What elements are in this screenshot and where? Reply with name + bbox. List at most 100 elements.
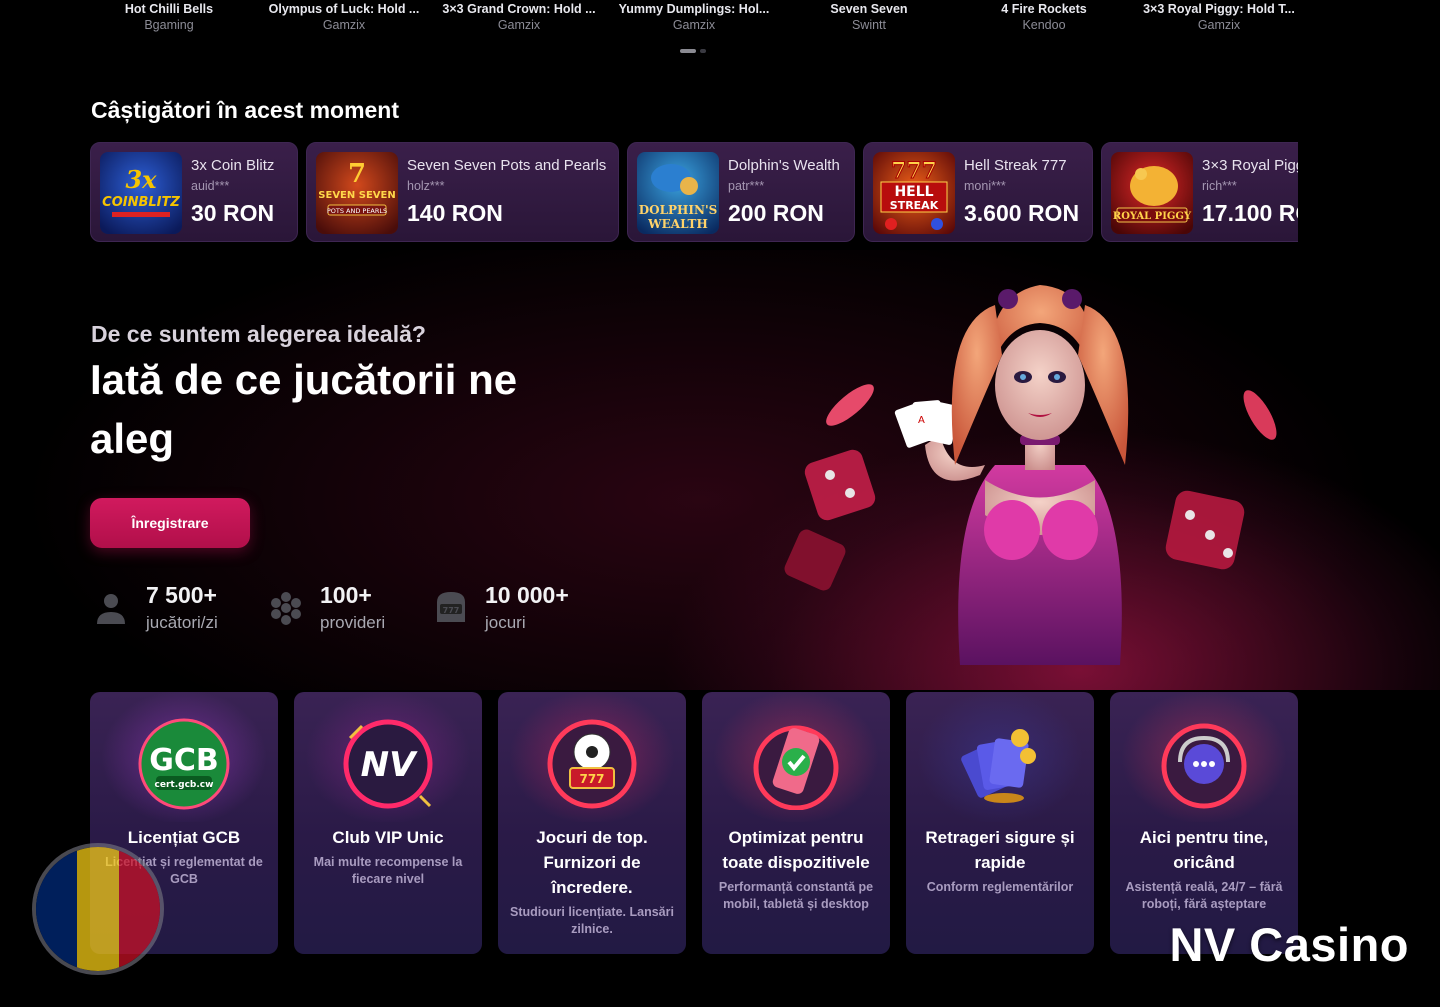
feature-title: Aici pentru tine, oricând — [1139, 828, 1269, 872]
top-game-item[interactable]: 3×3 Grand Crown: Hold ... Gamzix — [434, 2, 604, 32]
top-game-item[interactable]: Olympus of Luck: Hold ... Gamzix — [259, 2, 429, 32]
winner-username: patr*** — [728, 179, 765, 193]
svg-text:STREAK: STREAK — [890, 199, 939, 212]
svg-text:COINBLITZ: COINBLITZ — [102, 195, 180, 210]
top-game-provider: Bgaming — [144, 18, 194, 32]
recent-games-strip: Hot Chilli Bells Bgaming Olympus of Luck… — [82, 0, 1312, 40]
winner-game-name: 3×3 Royal Piggy: Hold The Spin — [1202, 157, 1298, 174]
winner-game-name: 3x Coin Blitz — [191, 157, 275, 174]
svg-text:777: 777 — [579, 772, 604, 786]
svg-text:A: A — [918, 415, 925, 426]
slot-ball-icon: 777 — [547, 719, 637, 809]
game-thumbnail: DOLPHIN'S WEALTH — [637, 152, 719, 234]
top-game-title: Olympus of Luck: Hold ... — [268, 2, 420, 16]
feature-card-devices[interactable]: Optimizat pentru toate dispozitivele Per… — [702, 692, 890, 954]
stat-label: provideri — [320, 613, 386, 632]
svg-text:POTS AND PEARLS: POTS AND PEARLS — [327, 207, 387, 215]
winner-amount: 3.600 RON — [964, 200, 1080, 226]
top-game-provider: Gamzix — [672, 18, 716, 32]
stat-value: 100+ — [320, 582, 372, 608]
slot-machine-icon: 777 — [437, 592, 465, 622]
top-game-title: Yummy Dumplings: Hol... — [618, 2, 770, 16]
winner-card[interactable]: 3x COINBLITZ 3x Coin Blitz auid*** 30 RO… — [90, 142, 298, 242]
stat-label: jucători/zi — [146, 613, 218, 632]
top-game-provider: Gamzix — [1197, 18, 1241, 32]
svg-text:HELL: HELL — [894, 184, 933, 200]
top-game-title: Seven Seven — [830, 2, 908, 16]
winner-amount: 200 RON — [728, 200, 824, 226]
feature-title: Club VIP Unic — [332, 828, 444, 847]
playing-cards-icon: A — [894, 400, 960, 448]
stat-value: 10 000+ — [485, 582, 569, 608]
flag-stripe-yellow — [77, 847, 119, 971]
top-game-item[interactable]: Yummy Dumplings: Hol... Gamzix — [609, 2, 779, 32]
winner-card[interactable]: 7 SEVEN SEVEN POTS AND PEARLS Seven Seve… — [306, 142, 619, 242]
gcb-emblem-subtext: cert.gcb.cw — [155, 780, 214, 790]
stat-label: jocuri — [485, 613, 526, 632]
top-game-item[interactable]: Hot Chilli Bells Bgaming — [84, 2, 254, 32]
winner-card[interactable]: ROYAL PIGGY 3×3 Royal Piggy: Hold The Sp… — [1101, 142, 1298, 242]
winner-card[interactable]: DOLPHIN'S WEALTH Dolphin's Wealth patr**… — [627, 142, 855, 242]
feature-desc: Studiouri licențiate. Lansări zilnice. — [510, 905, 674, 936]
feature-desc: Asistență reală, 24/7 – fără roboți, făr… — [1125, 880, 1283, 911]
top-game-provider: Kendoo — [1022, 18, 1066, 32]
carousel-dot-active[interactable] — [680, 49, 696, 53]
top-game-item[interactable]: 3×3 Royal Piggy: Hold T... Gamzix — [1134, 2, 1304, 32]
game-thumbnail: ROYAL PIGGY — [1111, 152, 1193, 234]
winner-amount: 140 RON — [407, 200, 503, 226]
svg-text:WEALTH: WEALTH — [647, 217, 708, 231]
top-game-title: 4 Fire Rockets — [1001, 2, 1087, 16]
flag-stripe-blue — [36, 847, 78, 971]
svg-text:777: 777 — [891, 158, 937, 184]
providers-icon — [271, 592, 301, 625]
feature-desc: Mai multe recompense la fiecare nivel — [313, 855, 463, 886]
language-flag-button[interactable] — [32, 843, 164, 975]
feature-card-withdrawals[interactable]: Retrageri sigure și rapide Conform regle… — [906, 692, 1094, 954]
top-game-provider: Gamzix — [497, 18, 541, 32]
top-game-provider: Swintt — [851, 18, 887, 32]
feature-card-support[interactable]: Aici pentru tine, oricând Asistență real… — [1110, 692, 1298, 954]
vip-badge-icon: NV — [343, 719, 433, 809]
winner-amount: 30 RON — [191, 200, 275, 226]
feature-title: Retrageri sigure și rapide — [925, 828, 1075, 872]
feature-title: Licențiat GCB — [127, 828, 241, 847]
feature-card-vip[interactable]: NV Club VIP Unic Mai multe recompense la… — [294, 692, 482, 954]
gcb-emblem-text: GCB — [149, 743, 219, 778]
winner-game-name: Seven Seven Pots and Pearls — [407, 157, 607, 174]
carousel-pagination — [680, 49, 706, 53]
svg-text:777: 777 — [443, 606, 460, 615]
svg-text:7: 7 — [348, 159, 366, 189]
top-game-provider: Gamzix — [322, 18, 366, 32]
svg-text:ROYAL PIGGY: ROYAL PIGGY — [1113, 211, 1192, 222]
svg-text:SEVEN SEVEN: SEVEN SEVEN — [318, 190, 395, 201]
hero-title: Iată de ce jucătorii ne aleg — [90, 356, 518, 462]
winner-username: auid*** — [191, 179, 230, 193]
winner-amount: 17.100 RON — [1202, 200, 1298, 226]
gcb-badge-icon: GCB cert.gcb.cw — [138, 718, 230, 810]
winner-username: rich*** — [1202, 179, 1237, 193]
svg-text:3x: 3x — [125, 165, 157, 194]
hero-illustration: A — [784, 285, 1277, 665]
top-game-item[interactable]: 4 Fire Rockets Kendoo — [959, 2, 1129, 32]
user-icon — [97, 594, 125, 624]
top-game-item[interactable]: Seven Seven Swintt — [784, 2, 954, 32]
feature-desc: Conform reglementărilor — [926, 880, 1074, 894]
winner-username: holz*** — [407, 179, 445, 193]
register-button[interactable]: Înregistrare — [90, 498, 250, 548]
carousel-dot[interactable] — [700, 49, 706, 53]
winner-game-name: Hell Streak 777 — [964, 157, 1067, 174]
cards-coins-icon — [961, 729, 1036, 803]
top-game-title: Hot Chilli Bells — [124, 2, 214, 16]
hero-subtitle: De ce suntem alegerea ideală? — [91, 321, 426, 347]
winner-game-name: Dolphin's Wealth — [728, 157, 840, 174]
winners-carousel: 3x COINBLITZ 3x Coin Blitz auid*** 30 RO… — [90, 142, 1298, 242]
winner-card[interactable]: 777 HELL STREAK Hell Streak 777 moni*** … — [863, 142, 1093, 242]
winners-section-title: Câștigători în acest moment — [91, 97, 400, 123]
game-thumbnail: 7 SEVEN SEVEN POTS AND PEARLS — [316, 152, 398, 234]
brand-watermark: NV Casino — [1169, 918, 1409, 971]
game-thumbnail: 777 HELL STREAK — [873, 152, 955, 234]
winner-username: moni*** — [964, 179, 1006, 193]
stat-value: 7 500+ — [146, 582, 217, 608]
feature-card-games[interactable]: 777 Jocuri de top. Furnizori de încreder… — [498, 692, 686, 954]
feature-desc: Performanță constantă pe mobil, tabletă … — [718, 880, 874, 911]
